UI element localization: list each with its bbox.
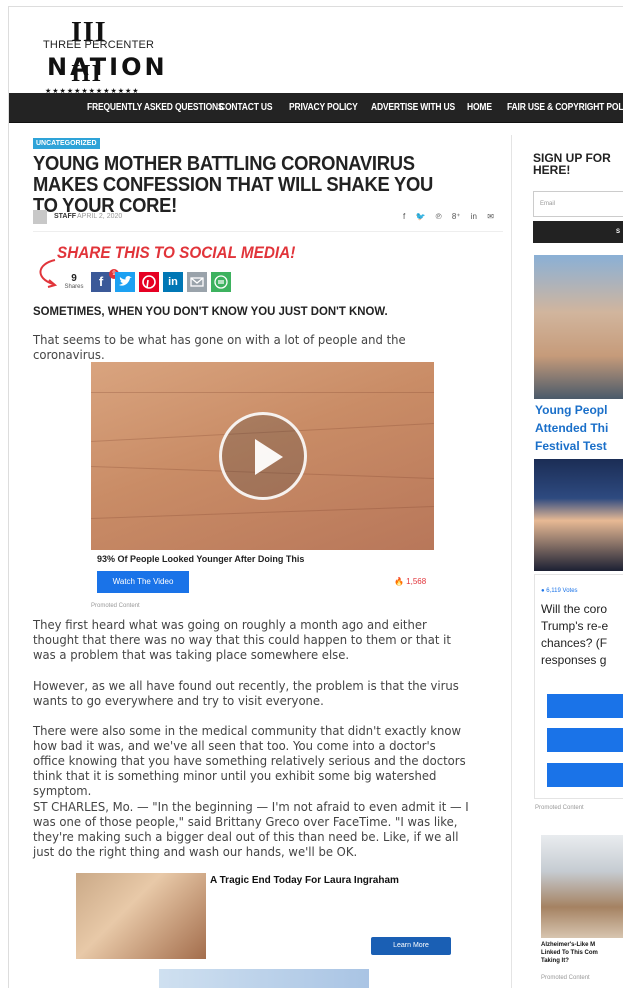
nav-item-contact[interactable]: CONTACT US <box>219 102 273 113</box>
pinterest-icon <box>142 275 156 289</box>
email-icon[interactable]: ✉ <box>487 212 494 221</box>
article-title: YOUNG MOTHER BATTLING CORONAVIRUS MAKES … <box>33 153 433 217</box>
poll-vote-count: ● 6,119 Votes <box>541 588 578 594</box>
pinterest-icon[interactable]: ℗ <box>436 212 442 221</box>
facebook-share-button[interactable]: f <box>91 272 111 292</box>
paragraph-3: However, as we all have found out recent… <box>33 678 459 708</box>
ad-thumbnail-bottom[interactable] <box>159 969 369 988</box>
share-cta: SHARE THIS TO SOCIAL MEDIA! <box>57 243 296 262</box>
nav-item-fair-use[interactable]: FAIR USE & COPYRIGHT POLICY <box>507 102 623 113</box>
share-count-label: Shares <box>64 284 84 290</box>
twitter-icon <box>119 275 132 286</box>
site-logo[interactable]: III THREE PERCENTER NATION III ★★★★★★★★★… <box>39 13 169 97</box>
share-counter: 9 Shares <box>61 273 87 290</box>
category-badge[interactable]: UNCATEGORIZED <box>33 138 100 149</box>
envelope-icon <box>190 277 204 287</box>
sidebar-divider <box>511 135 512 988</box>
paragraph-5: ST CHARLES, Mo. — "In the beginning — I'… <box>33 799 469 859</box>
sidebar-promoted-label-2: Promoted Content <box>541 975 590 981</box>
email-share-button[interactable] <box>187 272 207 292</box>
play-icon[interactable] <box>219 412 307 500</box>
logo-title: NATION <box>47 53 168 81</box>
logo-subtitle: THREE PERCENTER <box>43 39 155 51</box>
logo-bars-bottom: III <box>71 61 103 87</box>
nav-item-privacy[interactable]: PRIVACY POLICY <box>289 102 358 113</box>
googleplus-icon[interactable]: 8⁺ <box>452 212 461 221</box>
poll-option-2-button[interactable] <box>547 728 623 752</box>
paragraph-2: They first heard what was going on rough… <box>33 617 451 662</box>
video-ad-caption[interactable]: 93% Of People Looked Younger After Doing… <box>97 554 304 564</box>
share-count: 9 <box>71 273 77 284</box>
author-name[interactable]: STAFF <box>54 213 76 220</box>
nav-item-faq[interactable]: FREQUENTLY ASKED QUESTIONS <box>87 102 224 113</box>
article-subhead: SOMETIMES, WHEN YOU DON'T KNOW YOU JUST … <box>33 304 388 318</box>
video-ad-thumbnail[interactable] <box>91 362 434 550</box>
byline-share-icons: f 🐦 ℗ 8⁺ in ✉ <box>403 212 502 221</box>
post-date: APRIL 2, 2020 <box>77 213 123 220</box>
sidebar-ad-headline[interactable]: Young Peopl Attended Thi Festival Test <box>535 401 623 455</box>
share-more-icon <box>214 275 228 289</box>
watch-video-button[interactable]: Watch The Video <box>97 571 189 593</box>
learn-more-button[interactable]: Learn More <box>371 937 451 955</box>
sidebar-promoted-label: Promoted Content <box>535 805 584 811</box>
paragraph-4: There were also some in the medical comm… <box>33 723 466 798</box>
twitter-share-button[interactable] <box>115 272 135 292</box>
signup-heading: SIGN UP FOR HERE! <box>533 151 611 177</box>
subscribe-button[interactable]: S <box>533 221 623 243</box>
curved-arrow-icon <box>39 259 58 288</box>
divider <box>33 231 503 232</box>
ad-thumbnail[interactable] <box>76 873 206 959</box>
poll-option-1-button[interactable] <box>547 694 623 718</box>
sidebar-ad-image[interactable] <box>534 255 623 399</box>
author-avatar <box>33 210 47 224</box>
linkedin-icon[interactable]: in <box>471 212 477 221</box>
pinterest-share-button[interactable] <box>139 272 159 292</box>
byline: STAFF APRIL 2, 2020 f 🐦 ℗ 8⁺ in ✉ <box>33 209 503 225</box>
promoted-label: Promoted Content <box>91 603 140 609</box>
facebook-icon[interactable]: f <box>403 212 405 221</box>
video-ad-count: 🔥 1,568 <box>394 577 427 586</box>
sidebar-ad-image-2[interactable] <box>541 835 623 938</box>
nav-item-advertise[interactable]: ADVERTISE WITH US <box>371 102 455 113</box>
page-frame: III THREE PERCENTER NATION III ★★★★★★★★★… <box>8 6 623 988</box>
paragraph-1: That seems to be what has gone on with a… <box>33 332 406 362</box>
main-nav: FREQUENTLY ASKED QUESTIONS CONTACT US PR… <box>9 93 623 123</box>
linkedin-share-button[interactable]: in <box>163 272 183 292</box>
poll-option-3-button[interactable]: N <box>547 763 623 787</box>
nav-item-home[interactable]: HOME <box>467 102 492 113</box>
twitter-icon[interactable]: 🐦 <box>415 212 425 221</box>
more-share-button[interactable] <box>211 272 231 292</box>
ad-headline[interactable]: A Tragic End Today For Laura Ingraham <box>210 875 420 886</box>
email-field[interactable]: Email <box>533 191 623 217</box>
sidebar-ad-caption-2[interactable]: Alzheimer's-Like M Linked To This Com Ta… <box>541 941 623 965</box>
poll-image[interactable] <box>534 459 623 571</box>
poll-question: Will the coro Trump's re-e chances? (F r… <box>541 602 609 667</box>
